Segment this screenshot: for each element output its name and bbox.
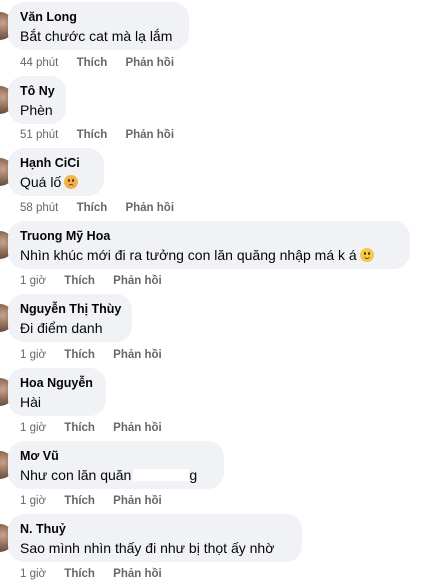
comment-time[interactable]: 1 giờ	[20, 348, 46, 362]
comment-text: Hài	[20, 394, 42, 410]
comment-text: Nhìn khúc mới đi ra tưởng con lăn quăng …	[20, 245, 398, 265]
comment-bubble: Tô Ny Phèn	[8, 76, 66, 124]
comment-time[interactable]: 1 giờ	[20, 421, 46, 435]
like-button[interactable]: Thích	[77, 56, 108, 70]
comment-meta: 51 phút Thích Phản hồi	[20, 128, 189, 142]
comment-time[interactable]: 1 giờ	[20, 567, 46, 581]
comment-bubble: Hoa Nguyễn Hài	[8, 368, 106, 416]
comment-bubble: Truong Mỹ Hoa Nhìn khúc mới đi ra tưởng …	[8, 221, 410, 269]
comment-text: Như con lăn quăn g	[20, 465, 212, 485]
comment-time[interactable]: 58 phút	[20, 201, 58, 215]
comment-text-tail: g	[189, 467, 198, 483]
comment-meta: 1 giờ Thích Phản hồi	[20, 421, 177, 435]
comment-time[interactable]: 44 phút	[20, 56, 58, 70]
reply-button[interactable]: Phản hồi	[113, 421, 162, 435]
comment-bubble: Mơ Vũ Như con lăn quăn g	[8, 441, 224, 489]
reply-button[interactable]: Phản hồi	[113, 274, 162, 288]
like-button[interactable]: Thích	[64, 348, 95, 362]
comment-author[interactable]: Truong Mỹ Hoa	[20, 228, 398, 244]
reply-button[interactable]: Phản hồi	[113, 494, 162, 508]
like-button[interactable]: Thích	[77, 201, 108, 215]
comment-meta: 1 giờ Thích Phản hồi	[20, 567, 177, 581]
comment-meta: 44 phút Thích Phản hồi	[20, 56, 189, 70]
hot-face-emoji-icon	[64, 175, 79, 189]
comment-author[interactable]: Mơ Vũ	[20, 448, 212, 464]
reply-button[interactable]: Phản hồi	[125, 201, 174, 215]
comment-list: Văn Long Bắt chước cat mà lạ lắm 44 phút…	[0, 0, 422, 584]
like-button[interactable]: Thích	[64, 421, 95, 435]
comment-author[interactable]: Hoa Nguyễn	[20, 375, 94, 391]
reply-button[interactable]: Phản hồi	[125, 56, 174, 70]
comment-text: Quá lố	[20, 172, 92, 192]
comment-bubble: Hạnh CiCi Quá lố	[8, 148, 104, 196]
comment-text-content: Như con lăn quăn	[20, 467, 132, 483]
reply-button[interactable]: Phản hồi	[113, 348, 162, 362]
comment-meta: 58 phút Thích Phản hồi	[20, 201, 189, 215]
comment-meta: 1 giờ Thích Phản hồi	[20, 274, 177, 288]
comment-text-content: Nhìn khúc mới đi ra tưởng con lăn quăng …	[20, 247, 357, 263]
reply-button[interactable]: Phản hồi	[113, 567, 162, 581]
like-button[interactable]: Thích	[64, 494, 95, 508]
comment-author[interactable]: Hạnh CiCi	[20, 155, 92, 171]
comment-bubble: N. Thuỷ Sao mình nhìn thấy đi như bị thọ…	[8, 514, 302, 562]
comment-text-content: Quá lố	[20, 174, 62, 190]
comment-author[interactable]: Nguyễn Thị Thùy	[20, 301, 121, 317]
comment-text: Bắt chước cat mà lạ lắm	[20, 28, 173, 44]
comment-text: Sao mình nhìn thấy đi như bị thọt ấy nhờ	[20, 540, 275, 556]
comment-time[interactable]: 1 giờ	[20, 274, 46, 288]
comment-text: Phèn	[20, 102, 53, 118]
comment-bubble: Văn Long Bắt chước cat mà lạ lắm	[8, 2, 189, 50]
comment-meta: 1 giờ Thích Phản hồi	[20, 494, 177, 508]
comment-text: Đi điểm danh	[20, 320, 103, 336]
like-button[interactable]: Thích	[64, 567, 95, 581]
comment-time[interactable]: 51 phút	[20, 128, 58, 142]
comment-author[interactable]: Văn Long	[20, 9, 177, 25]
comment-time[interactable]: 1 giờ	[20, 494, 46, 508]
comment-author[interactable]: N. Thuỷ	[20, 521, 290, 537]
comment-meta: 1 giờ Thích Phản hồi	[20, 348, 177, 362]
like-button[interactable]: Thích	[64, 274, 95, 288]
redacted-block	[133, 469, 190, 481]
upside-down-face-emoji-icon	[359, 248, 374, 262]
comment-author[interactable]: Tô Ny	[20, 83, 55, 99]
comment-bubble: Nguyễn Thị Thùy Đi điểm danh	[8, 294, 132, 342]
like-button[interactable]: Thích	[77, 128, 108, 142]
reply-button[interactable]: Phản hồi	[125, 128, 174, 142]
